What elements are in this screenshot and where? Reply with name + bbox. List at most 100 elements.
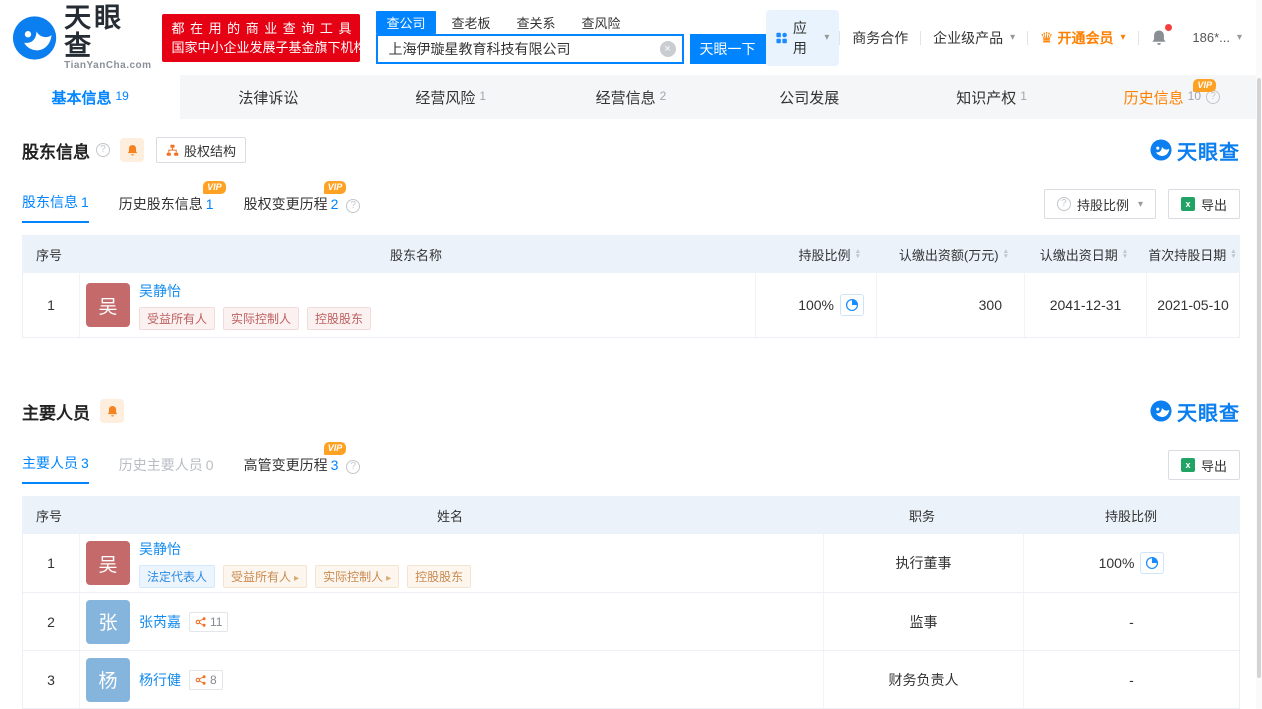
tag-controlling-shareholder[interactable]: 控股股东 (307, 306, 372, 330)
col-shareholder-name: 股东名称 (389, 247, 442, 263)
shareholder-name-link[interactable]: 吴静怡 (139, 281, 181, 301)
open-vip-menu[interactable]: ♛ 开通会员 ▾ (1028, 28, 1137, 48)
personnel-table: 序号 姓名 职务 持股比例 1 吴 吴静怡 法定代表人 受益所有人 实际控制人 … (22, 496, 1240, 709)
search-input[interactable] (376, 34, 684, 64)
shareholder-subtabs: 股东信息 1 VIP 历史股东信息 1 VIP 股权变更历程 2 ? ? 持股比例 ▾… (22, 181, 1240, 223)
tianyancha-watermark: 天眼查 (1150, 136, 1240, 165)
search-tab-boss[interactable]: 查老板 (442, 11, 501, 34)
avatar[interactable]: 吴 (86, 541, 130, 585)
col-index: 序号 (36, 247, 63, 263)
row-index: 2 (47, 613, 55, 630)
tab-intellectual-property[interactable]: 知识产权 1 (901, 75, 1081, 119)
clear-icon[interactable]: × (659, 41, 676, 57)
relation-count-badge[interactable]: 8 (189, 669, 223, 690)
tab-operation-risk[interactable]: 经营风险 1 (361, 75, 541, 119)
vip-badge: VIP (323, 181, 347, 194)
avatar[interactable]: 吴 (86, 283, 130, 327)
tab-history-info[interactable]: VIP 历史信息 10 ? (1082, 75, 1262, 119)
apps-label: 应用 (792, 19, 807, 56)
logo-text-en: TianYanCha.com (64, 60, 152, 71)
col-subscribe-date[interactable]: 认缴出资日期 ▲ ▼ (1023, 245, 1145, 264)
col-position: 职务 (908, 508, 935, 524)
top-header: 天眼查 TianYanCha.com 都在用的商业查询工具 国家中小企业发展子基… (0, 0, 1262, 75)
search-tab-company[interactable]: 查公司 (376, 11, 436, 34)
tag-actual-controller[interactable]: 实际控制人 (315, 564, 400, 588)
chevron-down-icon: ▾ (824, 32, 830, 43)
avatar[interactable]: 张 (86, 599, 130, 644)
personnel-section-title: 主要人员 (22, 403, 90, 423)
pie-chart-button[interactable] (1140, 552, 1165, 574)
col-holding-ratio[interactable]: 持股比例 ▲ ▼ (754, 245, 875, 264)
chevron-down-icon: ▾ (1120, 32, 1126, 43)
search-tab-risk[interactable]: 查风险 (572, 11, 631, 34)
holding-ratio-value: 100% (798, 297, 834, 313)
tab-basic-info[interactable]: 基本信息 19 (0, 75, 181, 119)
position-value: 执行董事 (823, 534, 1023, 592)
col-first-hold-date[interactable]: 首次持股日期 ▲ ▼ (1145, 245, 1240, 264)
company-nav-tabs: 基本信息 19 法律诉讼 经营风险 1 经营信息 2 公司发展 知识产权 1 VIP 历… (0, 75, 1262, 119)
holding-ratio-value: - (1023, 651, 1239, 708)
tag-controlling-shareholder[interactable]: 控股股东 (407, 564, 472, 588)
search-button[interactable]: 天眼一下 (689, 34, 766, 64)
help-icon[interactable]: ? (1206, 90, 1221, 104)
excel-icon: x (1180, 197, 1195, 211)
monitor-bell-button[interactable] (120, 138, 144, 162)
relation-count-badge[interactable]: 11 (189, 611, 229, 632)
shareholder-section-title: 股东信息 (22, 142, 90, 162)
scrollbar-thumb[interactable] (1257, 78, 1261, 678)
table-row: 3 杨 杨行健 8 财务负责人 - (23, 650, 1239, 708)
tab-legal-litigation[interactable]: 法律诉讼 (180, 75, 360, 119)
subtab-shareholders[interactable]: 股东信息 1 (22, 192, 89, 223)
tab-operation-info[interactable]: 经营信息 2 (541, 75, 721, 119)
export-button[interactable]: x 导出 (1167, 450, 1240, 480)
search-tab-relation[interactable]: 查关系 (507, 11, 566, 34)
apps-menu[interactable]: 应用 ▾ (765, 9, 840, 66)
account-menu[interactable]: 186*... ▾ (1180, 30, 1254, 45)
shareholder-table-header: 序号 股东名称 持股比例 ▲ ▼ 认缴出资额(万元) ▲ ▼ 认缴出资日期 ▲ ▼ 首次持股… (22, 235, 1240, 273)
sort-icon[interactable]: ▲ ▼ (855, 248, 861, 260)
tianyancha-watermark-icon (1150, 139, 1172, 161)
subtab-executive-change-history[interactable]: VIP 高管变更历程 3 ? (244, 442, 361, 484)
tag-beneficial-owner[interactable]: 受益所有人 (139, 306, 216, 330)
help-icon[interactable]: ? (346, 199, 361, 213)
enterprise-product-menu[interactable]: 企业级产品 ▾ (921, 28, 1027, 48)
equity-structure-button[interactable]: 股权结构 (156, 137, 247, 163)
tianyancha-watermark: 天眼查 (1150, 397, 1240, 426)
tab-company-development[interactable]: 公司发展 (721, 75, 901, 119)
promo-line2: 国家中小企业发展子基金旗下机构 (171, 39, 367, 55)
person-name-link[interactable]: 杨行健 (139, 670, 181, 690)
tag-beneficial-owner[interactable]: 受益所有人 (223, 564, 308, 588)
tag-actual-controller[interactable]: 实际控制人 (223, 306, 300, 330)
help-icon[interactable]: ? (346, 460, 361, 474)
tag-legal-representative[interactable]: 法定代表人 (139, 564, 216, 588)
scrollbar[interactable] (1256, 0, 1262, 709)
monitor-bell-button[interactable] (100, 399, 124, 423)
business-cooperation-link[interactable]: 商务合作 (840, 28, 920, 48)
subtab-history-personnel[interactable]: 历史主要人员 0 (119, 455, 214, 484)
position-value: 财务负责人 (823, 651, 1023, 708)
excel-icon: x (1180, 458, 1195, 472)
sort-icon[interactable]: ▲ ▼ (1122, 248, 1128, 260)
sort-icon[interactable]: ▲ ▼ (1003, 248, 1009, 260)
notification-dot (1165, 23, 1173, 31)
subtab-history-shareholders[interactable]: VIP 历史股东信息 1 (119, 181, 226, 223)
tianyancha-logo[interactable]: 天眼查 TianYanCha.com (12, 4, 152, 71)
col-subscribed-amount[interactable]: 认缴出资额(万元) ▲ ▼ (875, 245, 1023, 264)
holding-ratio-filter-button[interactable]: ? 持股比例 ▾ (1043, 189, 1156, 219)
person-name-link[interactable]: 吴静怡 (139, 539, 181, 559)
notification-bell[interactable] (1138, 23, 1180, 47)
row-index: 3 (47, 671, 55, 688)
export-button[interactable]: x 导出 (1167, 189, 1240, 219)
subscribed-amount-value: 300 (876, 273, 1024, 337)
person-name-link[interactable]: 张芮嘉 (139, 612, 181, 632)
avatar[interactable]: 杨 (86, 657, 130, 702)
pie-chart-button[interactable] (840, 294, 864, 316)
relation-graph-icon (195, 674, 206, 685)
subtab-equity-change-history[interactable]: VIP 股权变更历程 2 ? (244, 181, 361, 223)
sort-icon[interactable]: ▲ ▼ (1230, 248, 1236, 260)
subtab-key-personnel[interactable]: 主要人员 3 (22, 453, 89, 484)
vip-badge: VIP (203, 181, 226, 194)
help-icon[interactable]: ? (96, 143, 110, 157)
org-chart-icon (166, 144, 179, 156)
personnel-subtabs: 主要人员 3 历史主要人员 0 VIP 高管变更历程 3 ? x 导出 (22, 442, 1240, 484)
